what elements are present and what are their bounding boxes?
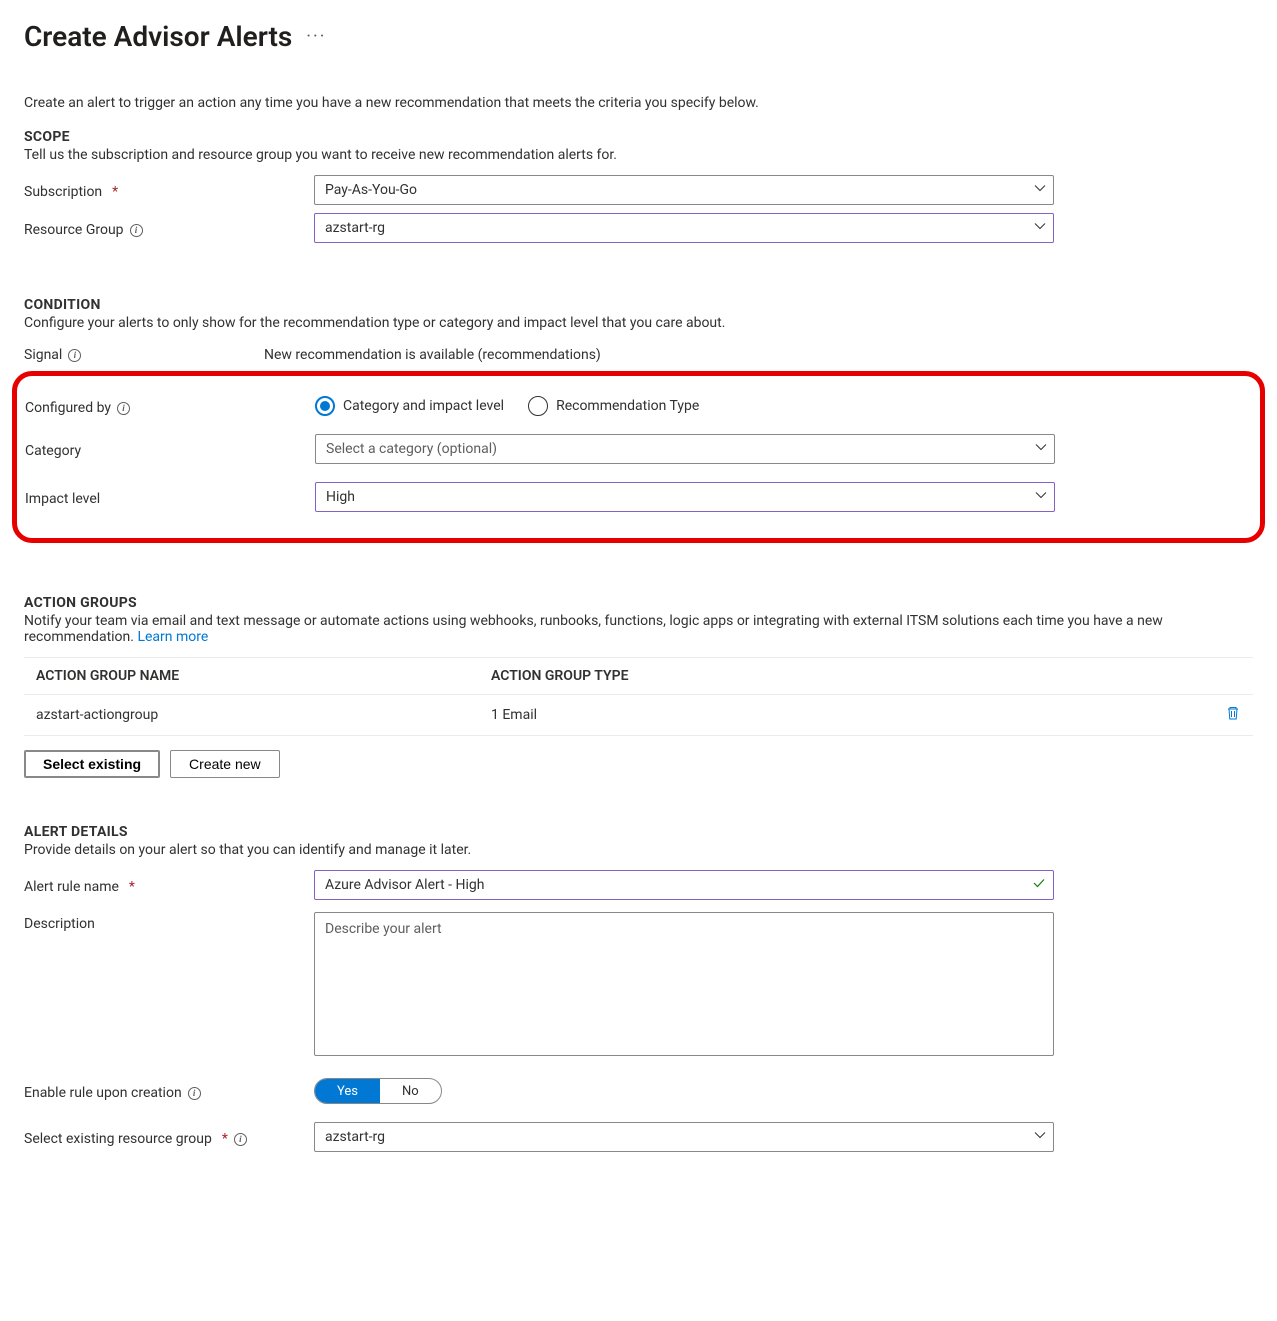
category-label: Category (25, 439, 315, 459)
info-icon[interactable] (117, 402, 130, 415)
action-group-type: 1 Email (491, 707, 1201, 723)
condition-heading: CONDITION (24, 297, 1253, 313)
page-header: Create Advisor Alerts ··· (24, 20, 1253, 53)
info-icon[interactable] (188, 1087, 201, 1100)
alert-name-label: Alert rule name* (24, 875, 314, 895)
scope-desc: Tell us the subscription and resource gr… (24, 147, 1253, 163)
configured-by-label: Configured by (25, 396, 315, 416)
action-group-table: ACTION GROUP NAME ACTION GROUP TYPE azst… (24, 657, 1253, 736)
col-type-header: ACTION GROUP TYPE (491, 668, 1201, 684)
existing-rg-select[interactable]: azstart-rg (314, 1122, 1054, 1152)
required-star: * (112, 184, 118, 200)
description-label: Description (24, 912, 314, 932)
learn-more-link[interactable]: Learn more (137, 629, 208, 645)
action-group-name: azstart-actiongroup (36, 707, 491, 723)
enable-rule-toggle[interactable]: Yes No (314, 1078, 442, 1104)
toggle-yes[interactable]: Yes (315, 1079, 380, 1103)
subscription-label: Subscription* (24, 180, 314, 200)
required-star: * (129, 879, 135, 895)
signal-label: Signal (24, 343, 264, 363)
enable-rule-label: Enable rule upon creation (24, 1081, 314, 1101)
resource-group-label: Resource Group (24, 218, 314, 238)
description-textarea[interactable]: Describe your alert (314, 912, 1054, 1056)
action-groups-heading: ACTION GROUPS (24, 595, 1253, 611)
signal-value: New recommendation is available (recomme… (264, 343, 601, 363)
col-name-header: ACTION GROUP NAME (36, 668, 491, 684)
info-icon[interactable] (234, 1133, 247, 1146)
radio-icon (528, 396, 548, 416)
required-star: * (222, 1131, 228, 1147)
page-intro: Create an alert to trigger an action any… (24, 95, 1253, 111)
toggle-no[interactable]: No (380, 1079, 441, 1103)
scope-heading: SCOPE (24, 129, 1253, 145)
configured-by-radio-group: Category and impact level Recommendation… (315, 396, 699, 416)
existing-rg-label: Select existing resource group* (24, 1127, 314, 1147)
more-actions-icon[interactable]: ··· (306, 26, 326, 47)
subscription-select[interactable]: Pay-As-You-Go (314, 175, 1054, 205)
alert-name-input[interactable]: Azure Advisor Alert - High (314, 870, 1054, 900)
radio-recommendation-type[interactable]: Recommendation Type (528, 396, 699, 416)
condition-desc: Configure your alerts to only show for t… (24, 315, 1253, 331)
resource-group-select[interactable]: azstart-rg (314, 213, 1054, 243)
delete-icon[interactable] (1225, 709, 1241, 725)
alert-details-heading: ALERT DETAILS (24, 824, 1253, 840)
action-groups-desc: Notify your team via email and text mess… (24, 613, 1253, 645)
radio-category-impact[interactable]: Category and impact level (315, 396, 504, 416)
info-icon[interactable] (68, 349, 81, 362)
condition-highlight: Configured by Category and impact level … (12, 371, 1265, 543)
create-new-button[interactable]: Create new (170, 750, 280, 778)
impact-level-select[interactable]: High (315, 482, 1055, 512)
select-existing-button[interactable]: Select existing (24, 750, 160, 778)
radio-icon (315, 396, 335, 416)
check-icon (1032, 876, 1046, 894)
category-select[interactable]: Select a category (optional) (315, 434, 1055, 464)
table-header: ACTION GROUP NAME ACTION GROUP TYPE (24, 657, 1253, 695)
info-icon[interactable] (130, 224, 143, 237)
table-row: azstart-actiongroup 1 Email (24, 695, 1253, 736)
impact-level-label: Impact level (25, 487, 315, 507)
page-title: Create Advisor Alerts (24, 20, 292, 53)
alert-details-desc: Provide details on your alert so that yo… (24, 842, 1253, 858)
